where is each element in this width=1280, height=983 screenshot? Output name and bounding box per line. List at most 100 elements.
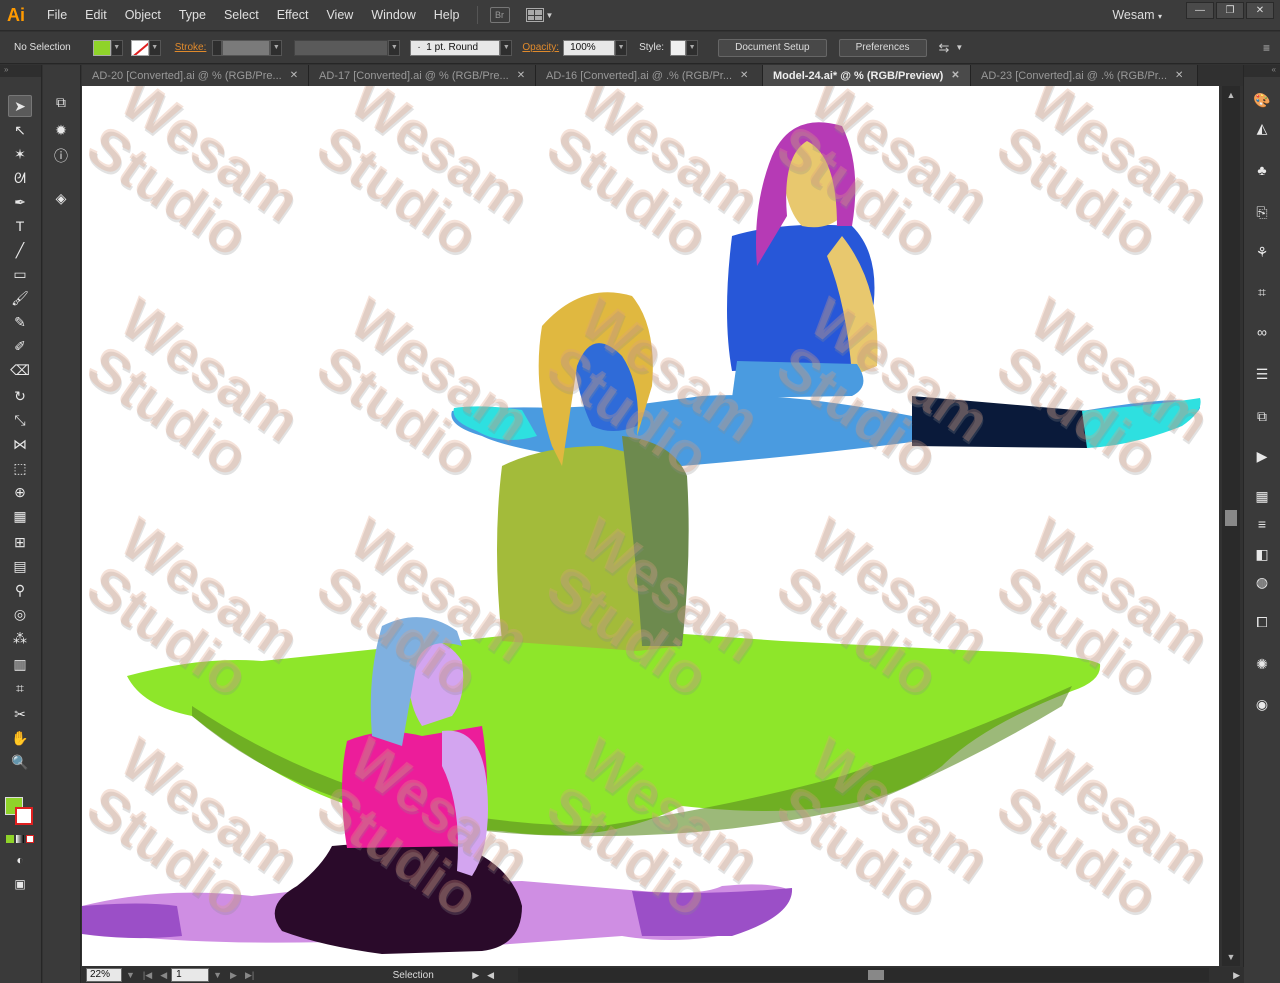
perspective-grid-tool-icon[interactable]: ▦ [8,505,32,527]
chevron-down-icon[interactable]: ▼ [213,970,222,980]
stroke-weight-dropdown[interactable]: ▼ [270,39,283,56]
line-tool-icon[interactable]: ╱ [8,239,32,261]
gradient-mode-icon[interactable] [16,835,24,843]
align-options-icon[interactable]: ⇆ [939,40,950,56]
graphic-style-swatch[interactable] [670,39,687,56]
tab-ad-17[interactable]: AD-17 [Converted].ai @ % (RGB/Pre... ✕ [309,65,536,86]
gradient-panel-icon[interactable]: ◧ [1250,543,1274,565]
menu-window[interactable]: Window [362,0,424,31]
panel-menu-icon[interactable]: ≡ [1263,41,1270,55]
last-artboard-icon[interactable]: ▶| [245,970,254,981]
rectangle-tool-icon[interactable]: ▭ [8,263,32,285]
bridge-button[interactable]: Br [489,7,510,23]
artboard-tool-icon[interactable]: ⌗ [8,677,32,699]
actions-panel-icon[interactable]: ▶ [1250,445,1274,467]
pathfinder-panel-icon[interactable]: ⧉ [1250,405,1274,427]
tab-ad-20[interactable]: AD-20 [Converted].ai @ % (RGB/Pre... ✕ [82,65,309,86]
tab-ad-16[interactable]: AD-16 [Converted].ai @ .% (RGB/Pr... ✕ [536,65,763,86]
menu-view[interactable]: View [317,0,362,31]
free-transform-tool-icon[interactable]: ⬚ [8,457,32,479]
blob-brush-tool-icon[interactable]: ✐ [8,335,32,357]
artboards-panel-icon[interactable]: ⧠ [1250,611,1274,633]
paintbrush-tool-icon[interactable]: 🖌 [8,287,32,309]
stroke-weight-field[interactable] [222,39,271,56]
opacity-dropdown[interactable]: ▼ [615,39,628,56]
stroke-weight-stepper[interactable] [212,39,223,56]
scroll-right-icon[interactable]: ▶ [1233,970,1240,981]
brush-definition[interactable]: · 1 pt. Round [410,39,501,56]
symbols-panel-icon[interactable]: ✹ [49,119,73,141]
brush-dropdown[interactable]: ▼ [500,39,513,56]
style-dropdown[interactable]: ▼ [686,39,699,56]
restore-button[interactable]: ❐ [1216,2,1244,19]
close-icon[interactable]: ✕ [290,70,298,81]
symbols-panel-icon[interactable]: ⚘ [1250,241,1274,263]
transparency-panel-icon[interactable]: ◍ [1250,571,1274,593]
fill-dropdown[interactable]: ▼ [110,39,123,56]
artboard-canvas[interactable]: Wesam Studio Wesam Studio Wesam Studio Wesa… [82,86,1219,966]
screen-mode-icon[interactable]: ▣ [8,873,32,895]
next-artboard-icon[interactable]: ▶ [230,970,237,981]
horizontal-scrollbar[interactable] [518,968,1210,982]
graphic-styles-panel-icon[interactable]: ▦ [1250,485,1274,507]
shape-builder-tool-icon[interactable]: ⊕ [8,481,32,503]
appearance-panel-icon[interactable]: ✺ [1250,653,1274,675]
current-tool-status[interactable]: Selection [358,970,468,981]
variable-width-dropdown[interactable]: ▼ [388,39,401,56]
blend-tool-icon[interactable]: ◎ [8,603,32,625]
first-artboard-icon[interactable]: |◀ [143,970,152,981]
rotate-tool-icon[interactable]: ↻ [8,385,32,407]
tab-model-24[interactable]: Model-24.ai* @ % (RGB/Preview) ✕ [763,65,971,86]
panel-expand-icon[interactable]: « [1244,65,1280,77]
menu-file[interactable]: File [38,0,76,31]
width-tool-icon[interactable]: ⋈ [8,433,32,455]
pen-tool-icon[interactable]: ✒ [8,191,32,213]
preferences-button[interactable]: Preferences [838,38,927,57]
vertical-scroll-thumb[interactable] [1225,510,1237,526]
close-icon[interactable]: ✕ [740,70,748,81]
close-icon[interactable]: ✕ [951,70,959,81]
slice-tool-icon[interactable]: ✂ [8,703,32,725]
workspace-switcher[interactable]: Wesam ▾ [1112,0,1162,32]
pencil-tool-icon[interactable]: ✎ [8,311,32,333]
scale-tool-icon[interactable]: ⤡ [8,409,32,431]
document-setup-button[interactable]: Document Setup [718,38,827,57]
menu-select[interactable]: Select [215,0,268,31]
gradient-tool-icon[interactable]: ▤ [8,555,32,577]
brushes-panel-icon[interactable]: ⎘ [1250,201,1274,223]
none-mode-icon[interactable] [26,835,34,843]
color-guide-panel-icon[interactable]: 🎨 [1250,89,1274,111]
stroke-panel-icon[interactable]: ≡ [1250,513,1274,535]
zoom-level-field[interactable]: 22% [86,968,122,982]
menu-type[interactable]: Type [170,0,215,31]
opacity-field[interactable]: 100% [563,39,616,56]
info-panel-icon[interactable]: ⓘ [49,145,73,167]
scroll-left-icon[interactable]: ◀ [487,970,494,981]
menu-object[interactable]: Object [116,0,170,31]
previous-artboard-icon[interactable]: ◀ [160,970,167,981]
column-graph-tool-icon[interactable]: ▥ [8,653,32,675]
type-tool-icon[interactable]: T [8,215,32,237]
swatches-panel-icon[interactable]: ♣ [1250,159,1274,181]
minimize-button[interactable]: — [1186,2,1214,19]
stroke-panel-link[interactable]: Stroke: [175,42,207,53]
lasso-tool-icon[interactable]: ᘛ [8,167,32,189]
vertical-scrollbar[interactable]: ▲ ▼ [1222,86,1240,966]
fill-swatch[interactable] [92,39,111,56]
close-button[interactable]: ✕ [1246,2,1274,19]
close-icon[interactable]: ✕ [1175,70,1183,81]
mesh-tool-icon[interactable]: ⊞ [8,531,32,553]
transform-panel-icon[interactable]: ⌗ [1250,281,1274,303]
magic-wand-tool-icon[interactable]: ✶ [8,143,32,165]
stroke-dropdown[interactable]: ▼ [148,39,161,56]
close-icon[interactable]: ✕ [517,70,525,81]
layers-panel-icon[interactable]: ◈ [49,187,73,209]
scroll-up-icon[interactable]: ▲ [1222,88,1240,102]
variable-width-profile[interactable] [294,39,389,56]
eyedropper-tool-icon[interactable]: ⚲ [8,579,32,601]
tab-ad-23[interactable]: AD-23 [Converted].ai @ .% (RGB/Pr... ✕ [971,65,1198,86]
align-panel-icon[interactable]: ☰ [1250,363,1274,385]
hand-tool-icon[interactable]: ✋ [8,727,32,749]
arrange-documents-button[interactable]: ▼ [525,8,553,22]
stroke-swatch[interactable] [130,39,149,56]
